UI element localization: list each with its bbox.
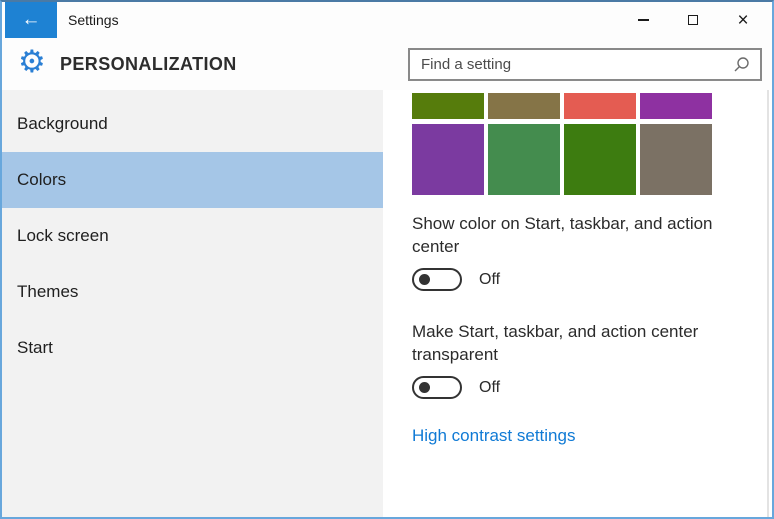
- close-button[interactable]: ×: [718, 2, 768, 38]
- accent-color-row-full: [412, 124, 712, 195]
- sidebar-item-background[interactable]: Background: [2, 96, 383, 152]
- minimize-button[interactable]: [618, 2, 668, 38]
- toggle-state-label: Off: [479, 378, 501, 396]
- search-input[interactable]: [410, 50, 733, 79]
- accent-color-row-partial: [412, 93, 712, 119]
- search-box: [408, 48, 762, 81]
- sidebar-item-themes[interactable]: Themes: [2, 264, 383, 320]
- maximize-button[interactable]: [668, 2, 718, 38]
- transparent-toggle[interactable]: [412, 376, 462, 399]
- color-swatch[interactable]: [488, 93, 560, 119]
- settings-window: ← Settings × ⚙ PERSONALIZATION Find a se…: [0, 0, 774, 519]
- sidebar-item-start[interactable]: Start: [2, 320, 383, 376]
- toggle-state-label: Off: [479, 270, 501, 288]
- color-swatch[interactable]: [564, 124, 636, 195]
- window-title: Settings: [68, 12, 119, 28]
- sidebar-item-lock-screen[interactable]: Lock screen: [2, 208, 383, 264]
- colors-content: Show color on Start, taskbar, and action…: [383, 90, 772, 517]
- color-swatch[interactable]: [488, 124, 560, 195]
- titlebar: ← Settings ×: [2, 2, 772, 38]
- show-color-toggle-row: Off: [412, 268, 500, 291]
- transparent-label: Make Start, taskbar, and action center t…: [412, 322, 699, 364]
- color-swatch[interactable]: [412, 124, 484, 195]
- window-controls: ×: [618, 2, 768, 38]
- show-color-toggle[interactable]: [412, 268, 462, 291]
- maximize-icon: [688, 15, 698, 25]
- toggle-knob: [419, 382, 430, 393]
- gear-icon: ⚙: [18, 44, 46, 79]
- body: Background Colors Lock screen Themes Sta…: [2, 90, 772, 517]
- minimize-icon: [637, 19, 649, 21]
- toggle-knob: [419, 274, 430, 285]
- close-icon: ×: [737, 9, 749, 31]
- color-swatch[interactable]: [640, 93, 712, 119]
- transparent-toggle-row: Off: [412, 376, 500, 399]
- sidebar-item-colors[interactable]: Colors: [2, 152, 383, 208]
- back-button[interactable]: ←: [5, 2, 57, 38]
- sidebar: Background Colors Lock screen Themes Sta…: [2, 90, 383, 517]
- color-swatch[interactable]: [564, 93, 636, 119]
- color-swatch[interactable]: [412, 93, 484, 119]
- page-title: PERSONALIZATION: [60, 54, 237, 74]
- back-arrow-icon: ←: [21, 9, 41, 30]
- search-icon: [734, 57, 749, 72]
- color-swatch[interactable]: [640, 124, 712, 195]
- high-contrast-settings-link[interactable]: High contrast settings: [412, 426, 575, 446]
- page-header: ⚙ PERSONALIZATION: [2, 38, 772, 90]
- show-color-label: Show color on Start, taskbar, and action…: [412, 214, 713, 256]
- scrollbar[interactable]: [767, 90, 769, 517]
